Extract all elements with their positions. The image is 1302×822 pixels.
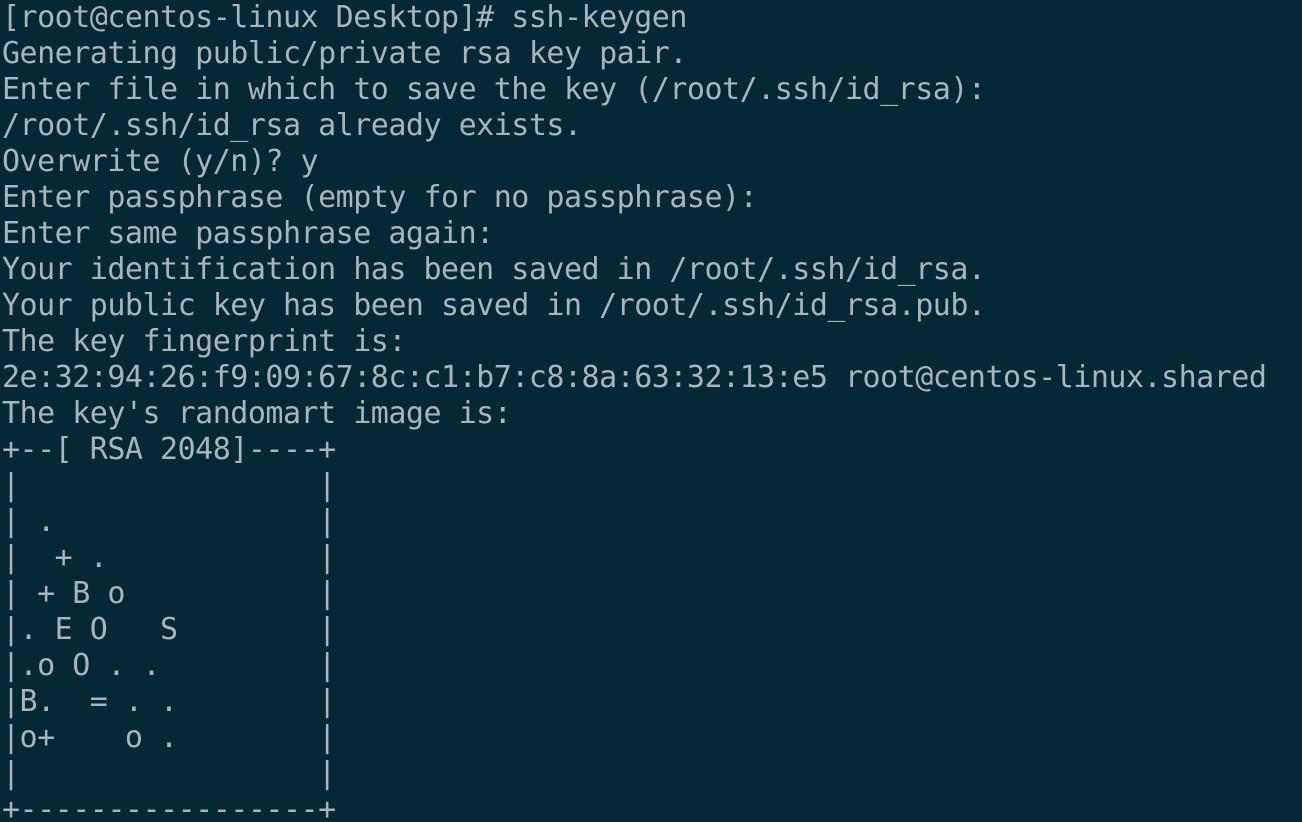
terminal-line-output: The key fingerprint is: — [2, 324, 406, 359]
randomart-line: |.o O . . | — [2, 648, 336, 683]
randomart-line: |o+ o . | — [2, 720, 336, 755]
randomart-line: +-----------------+ — [2, 792, 336, 822]
terminal-line-prompt-command: [root@centos-linux Desktop]# ssh-keygen — [2, 0, 687, 35]
randomart-line: | . | — [2, 504, 336, 539]
randomart-line: +--[ RSA 2048]----+ — [2, 432, 336, 467]
randomart-line: | + . | — [2, 540, 336, 575]
randomart-line: | | — [2, 468, 336, 503]
terminal-line-fingerprint: 2e:32:94:26:f9:09:67:8c:c1:b7:c8:8a:63:3… — [2, 360, 1267, 395]
terminal-line-output: Generating public/private rsa key pair. — [2, 36, 687, 71]
randomart-line: |B. = . . | — [2, 684, 336, 719]
terminal-line-output: The key's randomart image is: — [2, 396, 512, 431]
terminal-line-output: /root/.ssh/id_rsa already exists. — [2, 108, 582, 143]
randomart-line: | | — [2, 756, 336, 791]
randomart-line: | + B o | — [2, 576, 336, 611]
terminal-window[interactable]: [root@centos-linux Desktop]# ssh-keygen … — [0, 0, 1302, 822]
terminal-line-output: Overwrite (y/n)? y — [2, 144, 319, 179]
terminal-line-output: Your public key has been saved in /root/… — [2, 288, 986, 323]
terminal-line-output: Enter file in which to save the key (/ro… — [2, 72, 986, 107]
terminal-line-output: Your identification has been saved in /r… — [2, 252, 986, 287]
randomart-line: |. E O S | — [2, 612, 336, 647]
terminal-line-output: Enter passphrase (empty for no passphras… — [2, 180, 758, 215]
terminal-line-output: Enter same passphrase again: — [2, 216, 494, 251]
